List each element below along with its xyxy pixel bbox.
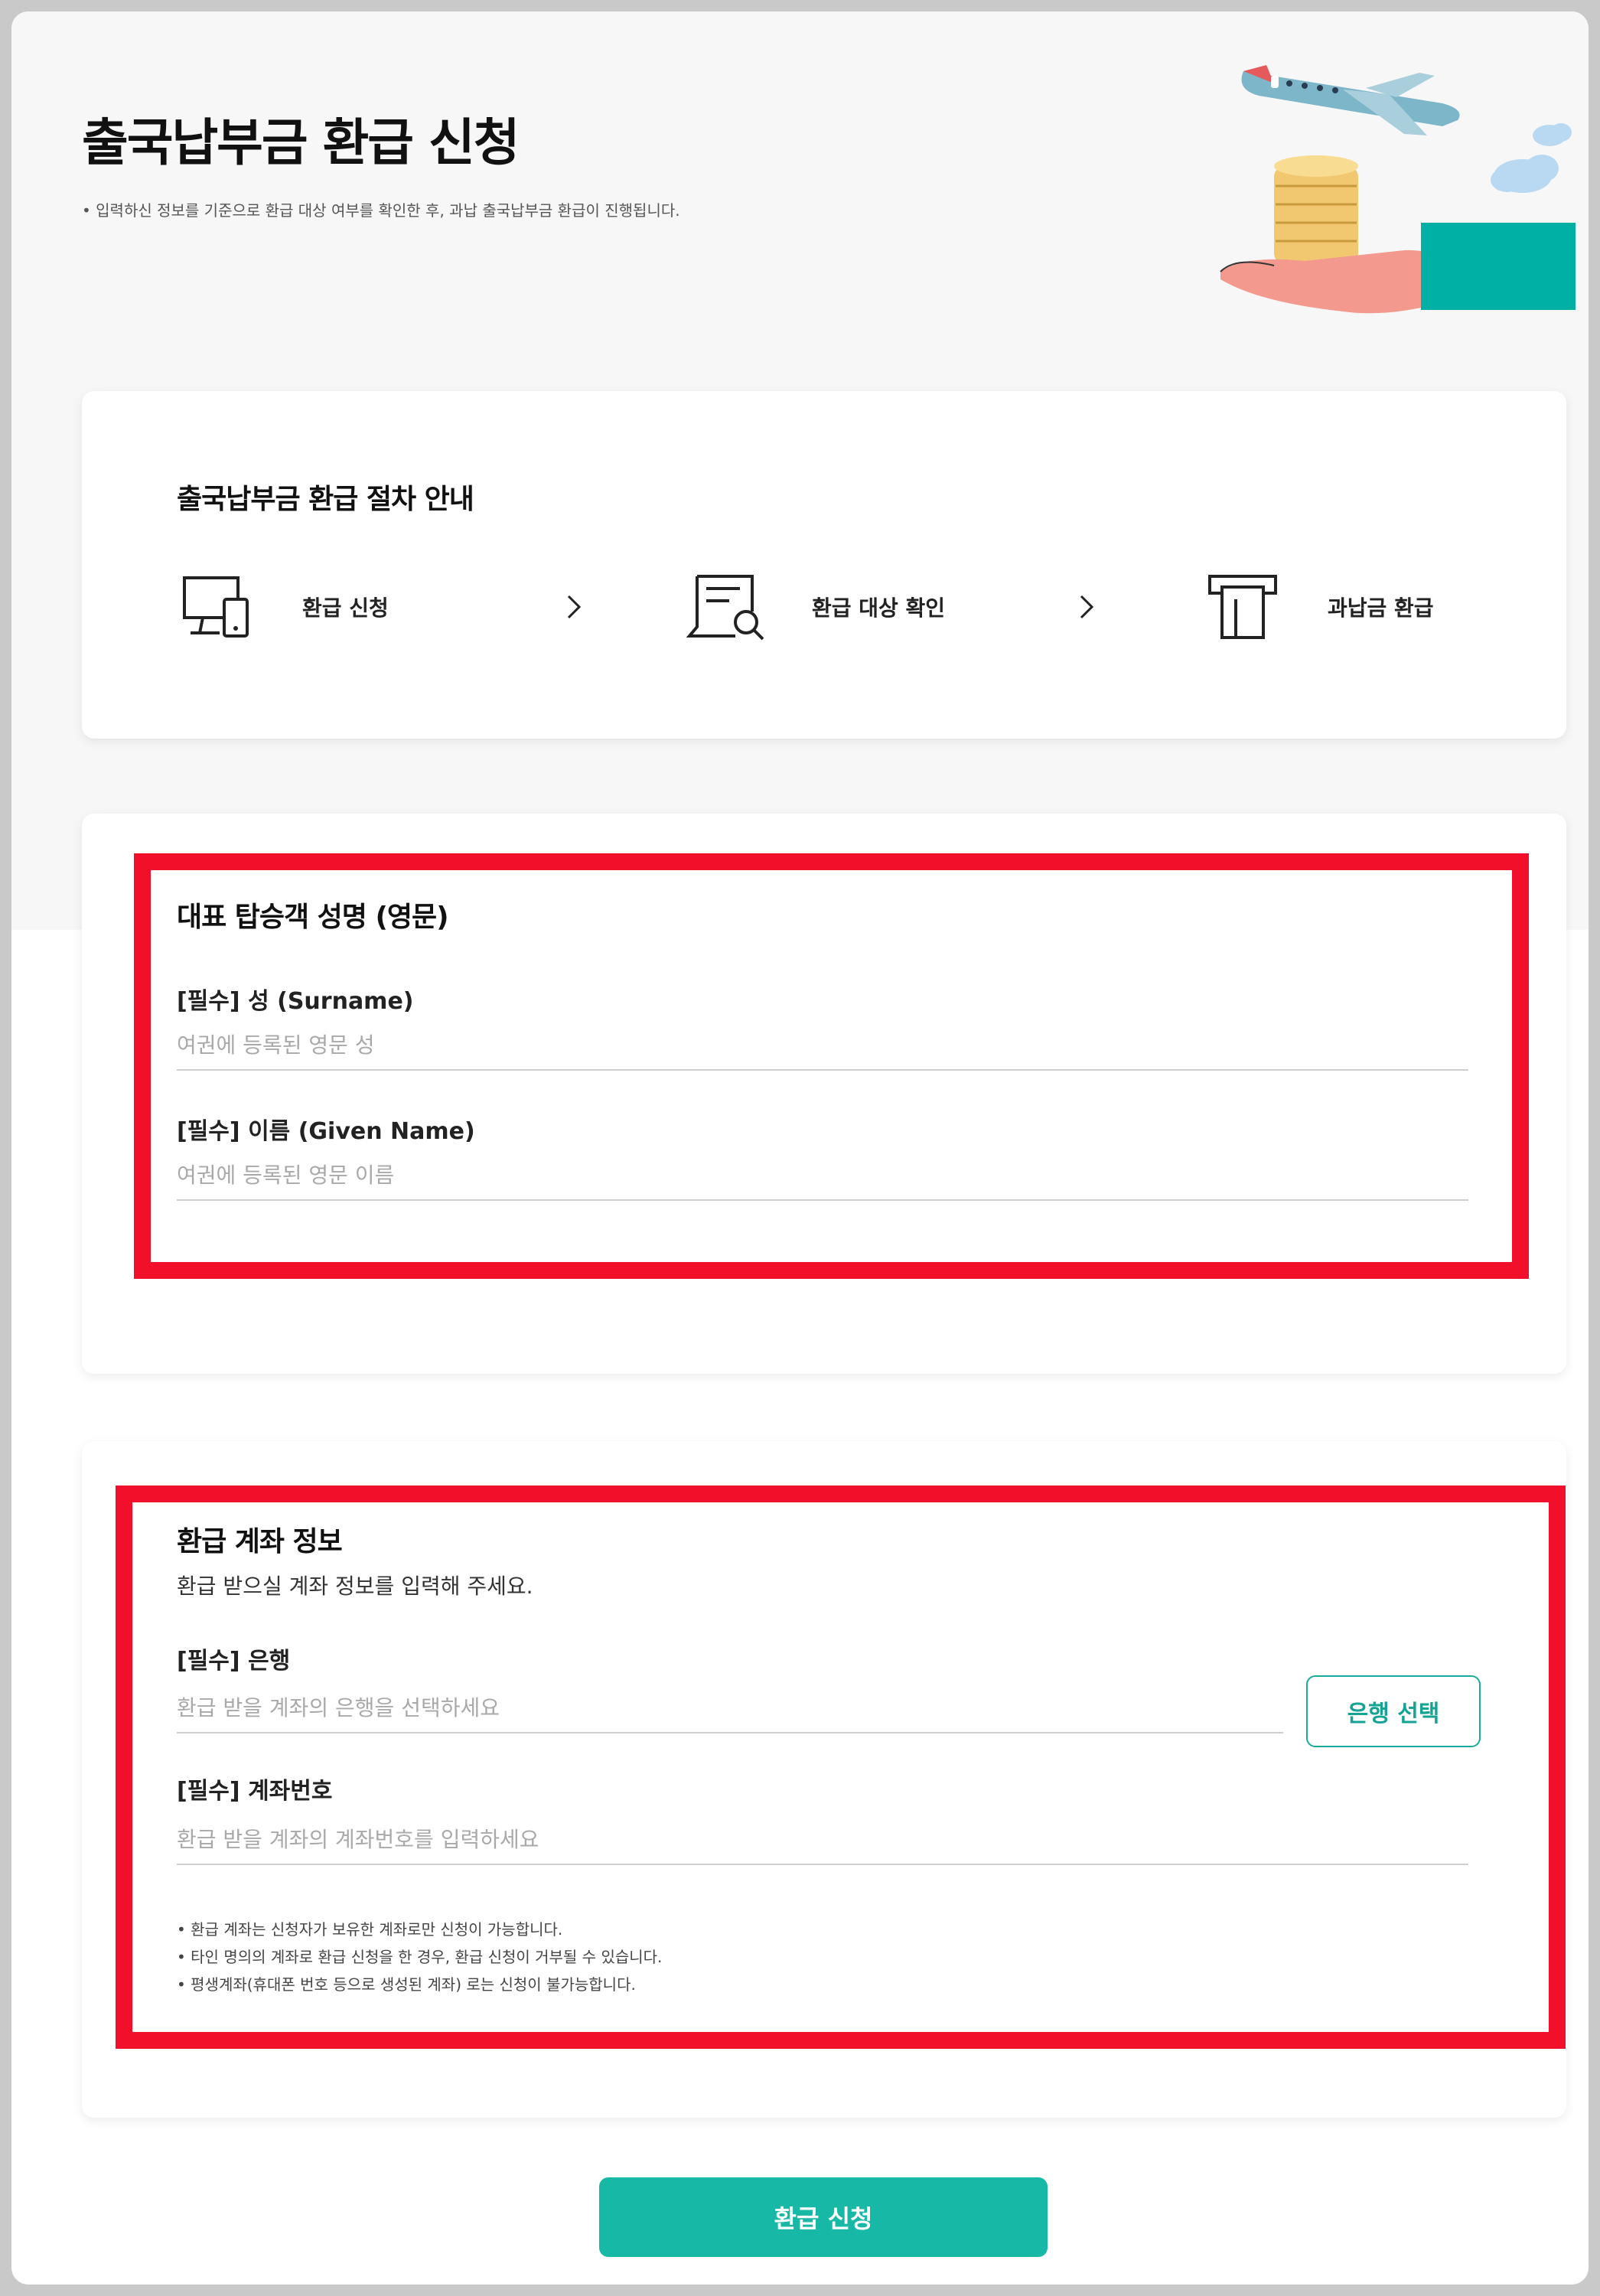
procedure-title: 출국납부금 환급 절차 안내 bbox=[177, 484, 474, 515]
procedure-step-label: 과납금 환급 bbox=[1328, 595, 1434, 621]
account-number-label: [필수] 계좌번호 bbox=[177, 1778, 333, 1805]
notice-item: 타인 명의의 계좌로 환급 신청을 한 경우, 환급 신청이 거부될 수 있습니… bbox=[177, 1943, 662, 1971]
surname-input[interactable] bbox=[177, 1020, 1468, 1071]
procedure-card: 출국납부금 환급 절차 안내 환급 신청 환급 대상 확인 과납금 환급 bbox=[82, 391, 1566, 739]
surname-label: [필수] 성 (Surname) bbox=[177, 988, 414, 1015]
chevron-right-icon bbox=[567, 595, 582, 619]
given-name-input[interactable] bbox=[177, 1150, 1468, 1201]
procedure-step-label: 환급 신청 bbox=[302, 595, 389, 621]
passenger-name-card: 대표 탑승객 성명 (영문) [필수] 성 (Surname) [필수] 이름 … bbox=[82, 814, 1566, 1374]
account-notes: 환급 계좌는 신청자가 보유한 계좌로만 신청이 가능합니다. 타인 명의의 계… bbox=[177, 1916, 662, 1998]
passenger-section-title: 대표 탑승객 성명 (영문) bbox=[177, 902, 449, 933]
select-bank-button[interactable]: 은행 선택 bbox=[1306, 1675, 1481, 1747]
account-section-title: 환급 계좌 정보 bbox=[177, 1526, 343, 1557]
procedure-step-apply: 환급 신청 bbox=[177, 569, 389, 645]
coin-stack-icon bbox=[1274, 155, 1358, 264]
page-title: 출국납부금 환급 신청 bbox=[82, 113, 520, 172]
refund-illustration bbox=[1220, 65, 1576, 314]
bank-label: [필수] 은행 bbox=[177, 1648, 291, 1675]
given-name-label: [필수] 이름 (Given Name) bbox=[177, 1118, 475, 1145]
page-description: 입력하신 정보를 기준으로 환급 대상 여부를 확인한 후, 과납 출국납부금 … bbox=[82, 198, 679, 220]
submit-refund-button[interactable]: 환급 신청 bbox=[599, 2177, 1048, 2257]
notice-item: 평생계좌(휴대폰 번호 등으로 생성된 계좌) 로는 신청이 불가능합니다. bbox=[177, 1971, 662, 1998]
procedure-step-refund: 과납금 환급 bbox=[1202, 569, 1434, 645]
atm-cash-icon bbox=[1208, 575, 1277, 639]
airplane-icon bbox=[1241, 65, 1460, 135]
devices-icon bbox=[183, 576, 249, 638]
hand-icon bbox=[1220, 223, 1576, 314]
page-frame: 출국납부금 환급 신청 입력하신 정보를 기준으로 환급 대상 여부를 확인한 … bbox=[11, 11, 1589, 2285]
account-section-subtitle: 환급 받으실 계좌 정보를 입력해 주세요. bbox=[177, 1574, 533, 1599]
procedure-step-verify: 환급 대상 확인 bbox=[686, 569, 945, 645]
account-number-input[interactable] bbox=[177, 1815, 1468, 1865]
procedure-step-label: 환급 대상 확인 bbox=[812, 595, 946, 621]
bank-input[interactable] bbox=[177, 1683, 1283, 1733]
chevron-right-icon bbox=[1080, 595, 1094, 619]
cloud-icon bbox=[1491, 123, 1572, 193]
notice-item: 환급 계좌는 신청자가 보유한 계좌로만 신청이 가능합니다. bbox=[177, 1916, 662, 1943]
refund-account-card: 환급 계좌 정보 환급 받으실 계좌 정보를 입력해 주세요. [필수] 은행 … bbox=[82, 1441, 1566, 2118]
document-search-icon bbox=[686, 575, 764, 641]
